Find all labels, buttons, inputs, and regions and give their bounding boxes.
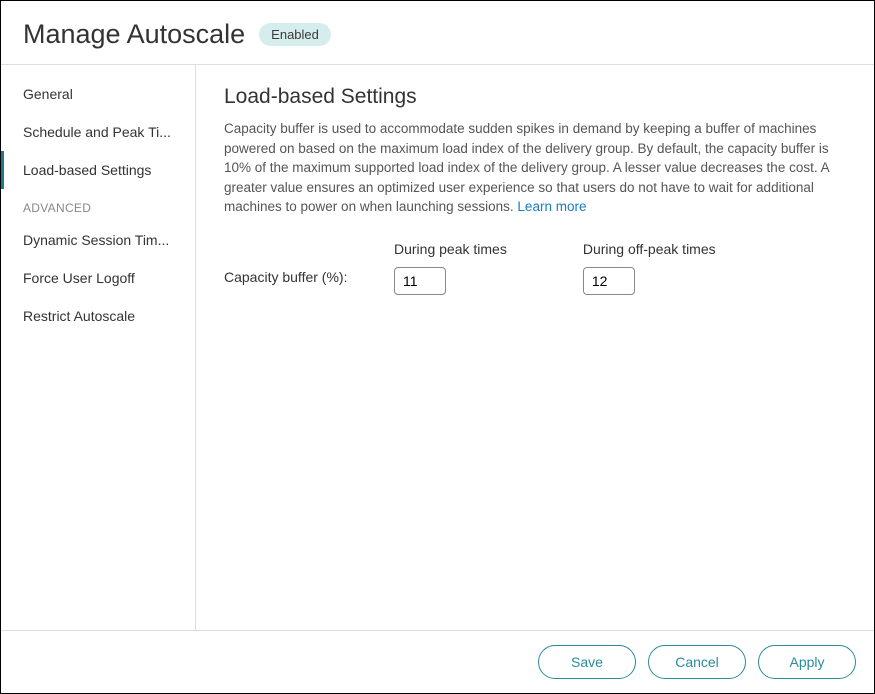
sidebar-item-load-based[interactable]: Load-based Settings <box>1 151 195 189</box>
sidebar-item-dynamic-session[interactable]: Dynamic Session Tim... <box>1 221 195 259</box>
sidebar: General Schedule and Peak Ti... Load-bas… <box>1 65 196 630</box>
content-description: Capacity buffer is used to accommodate s… <box>224 119 846 217</box>
sidebar-item-force-logoff[interactable]: Force User Logoff <box>1 259 195 297</box>
capacity-fields: During peak times During off-peak times <box>394 241 846 295</box>
capacity-buffer-label: Capacity buffer (%): <box>224 241 394 285</box>
dialog-body: General Schedule and Peak Ti... Load-bas… <box>1 65 874 630</box>
offpeak-times-header: During off-peak times <box>583 241 716 257</box>
save-button[interactable]: Save <box>538 645 636 679</box>
status-badge: Enabled <box>259 23 331 46</box>
sidebar-item-general[interactable]: General <box>1 75 195 113</box>
sidebar-advanced-heading: ADVANCED <box>1 189 195 221</box>
autoscale-dialog: Manage Autoscale Enabled General Schedul… <box>0 0 875 694</box>
dialog-title: Manage Autoscale <box>23 19 245 50</box>
content-title: Load-based Settings <box>224 85 846 109</box>
offpeak-field-group: During off-peak times <box>583 241 716 295</box>
sidebar-item-schedule[interactable]: Schedule and Peak Ti... <box>1 113 195 151</box>
learn-more-link[interactable]: Learn more <box>517 199 586 214</box>
dialog-footer: Save Cancel Apply <box>1 630 874 693</box>
sidebar-item-restrict-autoscale[interactable]: Restrict Autoscale <box>1 297 195 335</box>
apply-button[interactable]: Apply <box>758 645 856 679</box>
peak-times-header: During peak times <box>394 241 507 257</box>
cancel-button[interactable]: Cancel <box>648 645 746 679</box>
offpeak-capacity-input[interactable] <box>583 267 635 295</box>
peak-field-group: During peak times <box>394 241 507 295</box>
capacity-buffer-row: Capacity buffer (%): During peak times D… <box>224 241 846 295</box>
content-pane: Load-based Settings Capacity buffer is u… <box>196 65 874 630</box>
dialog-header: Manage Autoscale Enabled <box>1 1 874 65</box>
peak-capacity-input[interactable] <box>394 267 446 295</box>
